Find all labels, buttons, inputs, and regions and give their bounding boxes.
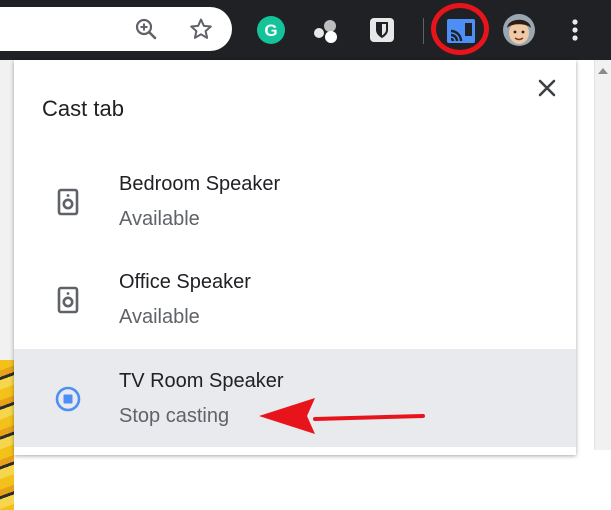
address-bar[interactable] xyxy=(0,7,232,51)
svg-text:G: G xyxy=(264,21,277,40)
annotation-arrow-icon xyxy=(259,398,425,434)
page-background-left xyxy=(0,60,14,510)
device-status: Available xyxy=(119,208,200,230)
scroll-up-arrow-icon[interactable] xyxy=(598,68,608,74)
star-icon[interactable] xyxy=(189,17,213,41)
device-item-office-speaker[interactable]: Office Speaker Available xyxy=(14,250,576,348)
device-name: Bedroom Speaker xyxy=(119,173,281,195)
more-menu-icon[interactable] xyxy=(560,15,590,45)
device-item-bedroom-speaker[interactable]: Bedroom Speaker Available xyxy=(14,152,576,250)
grammarly-icon[interactable]: G xyxy=(256,15,286,45)
extension-icon[interactable] xyxy=(311,15,341,45)
stop-casting-icon xyxy=(55,386,81,412)
avatar[interactable] xyxy=(503,14,535,46)
scrollbar[interactable] xyxy=(594,60,611,450)
device-name: TV Room Speaker xyxy=(119,370,284,392)
speaker-icon xyxy=(57,286,79,314)
browser-toolbar: G xyxy=(0,0,611,60)
dialog-title: Cast tab xyxy=(42,96,124,121)
device-name: Office Speaker xyxy=(119,271,251,293)
bitwarden-icon[interactable] xyxy=(367,15,397,45)
speaker-icon xyxy=(57,188,79,216)
close-icon xyxy=(538,79,556,97)
stop-casting-link[interactable]: Stop casting xyxy=(119,405,229,428)
page-image-fragment xyxy=(0,360,14,510)
toolbar-separator xyxy=(423,18,424,44)
zoom-icon[interactable] xyxy=(134,17,158,41)
cast-icon-highlight xyxy=(431,3,489,55)
device-status: Available xyxy=(119,306,200,328)
close-button[interactable] xyxy=(534,75,560,101)
